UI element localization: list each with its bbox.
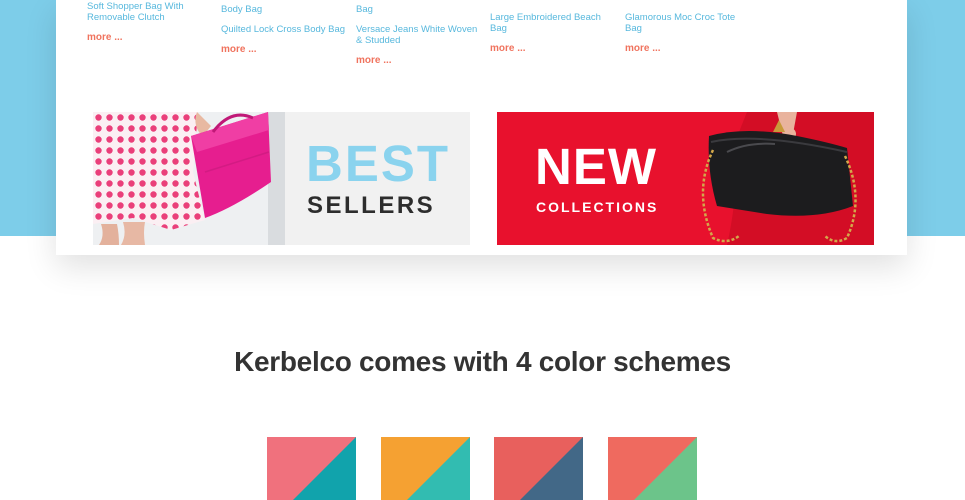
menu-link-versace-jeans-bag[interactable]: Versace Jeans White Woven & Studded: [356, 24, 481, 46]
new-collections-banner[interactable]: NEW COLLECTIONS: [497, 112, 874, 245]
menu-link-embroidered-beach-bag[interactable]: Large Embroidered Beach Bag: [490, 12, 615, 34]
mega-menu-card: Soft Shopper Bag With Removable Clutch m…: [56, 0, 907, 255]
menu-column-2: Body Bag Quilted Lock Cross Body Bag mor…: [221, 0, 346, 55]
menu-column-5: Glamorous Moc Croc Tote Bag more ...: [625, 12, 750, 54]
color-scheme-swatch-2[interactable]: [381, 437, 470, 500]
menu-link-moc-croc-tote[interactable]: Glamorous Moc Croc Tote Bag: [625, 12, 750, 34]
menu-link-partial[interactable]: Bag: [356, 4, 481, 15]
menu-link-partial[interactable]: Body Bag: [221, 4, 346, 15]
menu-column-3: Bag Versace Jeans White Woven & Studded …: [356, 0, 481, 66]
more-link[interactable]: more ...: [221, 44, 346, 55]
menu-link-quilted-lock-bag[interactable]: Quilted Lock Cross Body Bag: [221, 24, 346, 35]
menu-column-1: Soft Shopper Bag With Removable Clutch m…: [87, 1, 212, 43]
color-scheme-swatch-4[interactable]: [608, 437, 697, 500]
more-link[interactable]: more ...: [356, 55, 481, 66]
new-banner-subtitle: COLLECTIONS: [536, 199, 659, 215]
new-banner-title: NEW: [535, 138, 657, 195]
menu-column-4: Large Embroidered Beach Bag more ...: [490, 12, 615, 54]
page-headline: Kerbelco comes with 4 color schemes: [234, 346, 731, 377]
best-banner-title: BEST: [306, 135, 451, 192]
best-sellers-photo: [93, 112, 285, 245]
color-scheme-swatch-3[interactable]: [494, 437, 583, 500]
color-scheme-swatch-1[interactable]: [267, 437, 356, 500]
more-link[interactable]: more ...: [625, 43, 750, 54]
more-link[interactable]: more ...: [87, 32, 212, 43]
more-link[interactable]: more ...: [490, 43, 615, 54]
menu-link-soft-shopper-bag[interactable]: Soft Shopper Bag With Removable Clutch: [87, 1, 212, 23]
best-banner-subtitle: SELLERS: [307, 192, 436, 219]
new-collections-photo: [687, 112, 874, 245]
best-sellers-banner[interactable]: BEST SELLERS: [93, 112, 470, 245]
